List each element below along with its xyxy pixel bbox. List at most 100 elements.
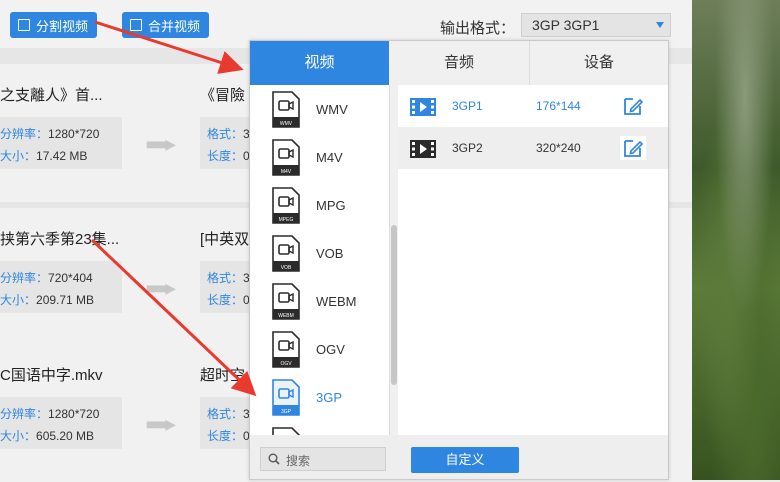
output-info: 格式：3 长度：0 xyxy=(200,397,252,449)
output-format-value: 3GP 3GP1 xyxy=(532,17,600,33)
size-value: 209.71 MB xyxy=(36,293,95,307)
output-file-title: [中英双 xyxy=(200,231,250,248)
format-item[interactable]: 3GP 3GP xyxy=(250,375,382,423)
file-format-icon xyxy=(272,427,300,435)
source-info: 分辨率：720*404 大小：209.71 MB xyxy=(0,261,122,313)
preset-list: 3GP1 176*144 3GP2 320*240 xyxy=(398,85,668,435)
file-title: C国语中字.mkv xyxy=(0,367,103,384)
dropdown-arrow-icon xyxy=(656,22,664,28)
output-format-label: 输出格式： xyxy=(440,20,516,37)
preset-resolution: 320*240 xyxy=(536,141,581,155)
merge-video-label: 合并视频 xyxy=(148,18,201,34)
source-info: 分辨率：1280*720 大小：17.42 MB xyxy=(0,117,122,169)
file-format-tag: WMV xyxy=(280,121,293,127)
preset-resolution: 176*144 xyxy=(536,99,581,113)
tab-audio[interactable]: 音频 xyxy=(389,41,530,85)
tab-video[interactable]: 视频 xyxy=(250,41,389,85)
split-video-label: 分割视频 xyxy=(36,18,89,34)
split-video-button[interactable]: 分割视频 xyxy=(10,12,98,38)
format-item[interactable]: M4V M4V xyxy=(250,135,382,183)
file-format-tag: WEBM xyxy=(278,313,294,319)
edit-preset-button[interactable] xyxy=(620,136,646,160)
popup-footer: 搜索 自定义 xyxy=(250,435,668,479)
format-item[interactable] xyxy=(250,423,382,435)
resolution-label: 分辨率： xyxy=(0,407,49,421)
output-file-title: 《冒險 xyxy=(200,87,246,104)
resolution-label: 分辨率： xyxy=(0,271,49,285)
edit-preset-button[interactable] xyxy=(620,94,646,118)
format-item[interactable]: OGV OGV xyxy=(250,327,382,375)
film-icon xyxy=(410,140,436,158)
output-format-select[interactable]: 3GP 3GP1 xyxy=(521,13,671,37)
format-list: WMV WMV M4V M4V MPEG MPG VOB VOB WEBM WEBM OGV OGV 3… xyxy=(250,85,390,435)
file-format-icon: 3GP xyxy=(272,379,300,416)
output-info: 格式：3 长度：0 xyxy=(200,117,252,169)
format-item[interactable]: WMV WMV xyxy=(250,87,382,135)
file-format-tag: M4V xyxy=(281,169,292,175)
size-label: 大小： xyxy=(0,293,37,307)
size-label: 大小： xyxy=(0,149,37,163)
format-label: 格式： xyxy=(207,407,244,421)
size-label: 大小： xyxy=(0,429,37,443)
preset-row[interactable]: 3GP1 176*144 xyxy=(398,85,668,127)
length-label: 长度： xyxy=(207,293,244,307)
custom-button[interactable]: 自定义 xyxy=(411,447,519,473)
file-format-icon: OGV xyxy=(272,331,300,368)
preset-row[interactable]: 3GP2 320*240 xyxy=(398,127,668,169)
file-title: 挟第六季第23集... xyxy=(0,231,120,248)
format-name: WMV xyxy=(316,102,348,117)
merge-video-button[interactable]: 合并视频 xyxy=(122,12,210,38)
format-name: 3GP xyxy=(316,390,343,405)
size-value: 605.20 MB xyxy=(36,429,95,443)
format-label: 格式： xyxy=(207,271,244,285)
resolution-value: 720*404 xyxy=(48,271,93,285)
crop-icon xyxy=(18,19,30,31)
file-title: 之支離人》首... xyxy=(0,87,103,104)
file-format-icon: MPEG xyxy=(272,187,300,224)
size-value: 17.42 MB xyxy=(36,149,88,163)
length-label: 长度： xyxy=(207,429,244,443)
format-name: VOB xyxy=(316,246,344,261)
convert-arrow-icon: ■■■▶ xyxy=(146,416,176,432)
format-category-tabs: 视频 音频 设备 xyxy=(250,41,668,85)
format-name: M4V xyxy=(316,150,343,165)
file-format-icon: WEBM xyxy=(272,283,300,320)
preset-name: 3GP1 xyxy=(452,99,483,113)
edit-icon xyxy=(624,140,644,157)
preset-name: 3GP2 xyxy=(452,141,483,155)
format-name: MPG xyxy=(316,198,346,213)
search-input[interactable]: 搜索 xyxy=(260,447,386,471)
source-info: 分辨率：1280*720 大小：605.20 MB xyxy=(0,397,122,449)
convert-arrow-icon: ■■■▶ xyxy=(146,136,176,152)
format-item[interactable]: MPEG MPG xyxy=(250,183,382,231)
format-item[interactable]: VOB VOB xyxy=(250,231,382,279)
background-landscape-image xyxy=(692,0,780,480)
file-format-icon: M4V xyxy=(272,139,300,176)
file-format-icon: WMV xyxy=(272,91,300,128)
search-icon xyxy=(268,453,280,465)
convert-arrow-icon: ■■■▶ xyxy=(146,280,176,296)
output-info: 格式：3 长度：0 xyxy=(200,261,252,313)
output-file-title: 超时空 xyxy=(200,367,246,384)
merge-icon xyxy=(130,19,142,31)
scrollbar-thumb[interactable] xyxy=(391,225,397,385)
file-format-icon: VOB xyxy=(272,235,300,272)
length-label: 长度： xyxy=(207,149,244,163)
tab-device[interactable]: 设备 xyxy=(530,41,668,85)
format-name: WEBM xyxy=(316,294,357,309)
format-name: OGV xyxy=(316,342,345,357)
file-format-tag: MPEG xyxy=(279,217,294,223)
resolution-label: 分辨率： xyxy=(0,127,49,141)
resolution-value: 1280*720 xyxy=(48,127,100,141)
file-format-tag: VOB xyxy=(281,265,292,271)
file-format-tag: 3GP xyxy=(281,409,292,415)
format-list-scrollbar[interactable] xyxy=(390,85,398,435)
format-item[interactable]: WEBM WEBM xyxy=(250,279,382,327)
format-picker-popup: 视频 音频 设备 WMV WMV M4V M4V MPEG MPG VOB VOB WEBM WE… xyxy=(249,40,669,480)
file-format-tag: OGV xyxy=(280,361,292,367)
search-placeholder: 搜索 xyxy=(286,454,311,468)
resolution-value: 1280*720 xyxy=(48,407,100,421)
edit-icon xyxy=(624,98,644,115)
format-label: 格式： xyxy=(207,127,244,141)
film-icon xyxy=(410,98,436,116)
